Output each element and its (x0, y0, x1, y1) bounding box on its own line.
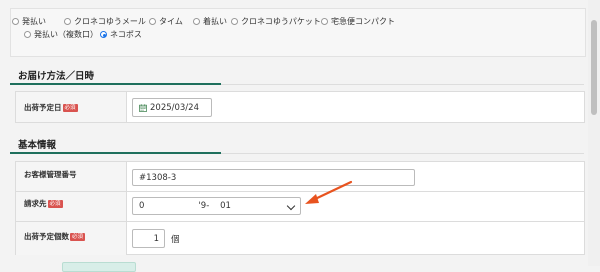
radio-option-hatsubarai-multiple[interactable]: 発払い（複数口） (24, 29, 98, 40)
radio-option-chakubarai[interactable]: 着払い (193, 16, 227, 27)
basic-info-section-title: 基本情報 (18, 140, 57, 151)
radio-label: タイム (159, 17, 183, 26)
customer-number-input[interactable]: #1308-3 (132, 169, 415, 186)
billing-select[interactable]: 0 '9- 01 (132, 197, 301, 215)
ship-date-value: 2025/03/24 (150, 102, 199, 113)
radio-button[interactable] (12, 18, 19, 25)
ship-date-row: 出荷予定日 必須 2025/03/24 (16, 92, 584, 122)
radio-option-nekopos[interactable]: ネコポス (100, 29, 142, 40)
customer-number-label: お客様管理番号 (24, 170, 77, 179)
billing-label-cell: 請求先 必須 (16, 192, 127, 222)
radio-label: ネコポス (110, 30, 142, 39)
delivery-form-table: 出荷予定日 必須 2025/03/24 (15, 91, 585, 123)
shipping-method-panel: 発払い クロネコゆうメール タイム 着払い クロネコゆうパケット 宅急便コンパク… (10, 8, 586, 57)
customer-number-label-cell: お客様管理番号 (16, 162, 127, 191)
delivery-section-title: お届け方法／日時 (18, 71, 95, 82)
radio-button[interactable] (24, 31, 31, 38)
calendar-icon (139, 103, 147, 112)
radio-label: 宅急便コンパクト (331, 17, 395, 26)
section-accent-bar (10, 152, 221, 154)
radio-option-kuroneko-yu-packet[interactable]: クロネコゆうパケット (231, 16, 321, 27)
quantity-value: 1 (153, 233, 159, 244)
scrollbar-thumb[interactable] (591, 20, 597, 115)
section-accent-bar (10, 83, 221, 85)
radio-label: 着払い (203, 17, 227, 26)
radio-button[interactable] (321, 18, 328, 25)
radio-button[interactable] (64, 18, 71, 25)
radio-option-takkyubin-compact[interactable]: 宅急便コンパクト (321, 16, 395, 27)
quantity-unit: 個 (171, 235, 180, 245)
quantity-row: 出荷予定個数 必須 1 個 (16, 221, 584, 255)
ship-date-label-cell: 出荷予定日 必須 (16, 92, 127, 122)
chevron-down-icon (286, 201, 296, 211)
radio-label: 発払い (22, 17, 46, 26)
basic-info-form-table: お客様管理番号 #1308-3 請求先 必須 0 '9- 01 出荷予定個数 必須 (15, 161, 585, 255)
ship-date-input[interactable]: 2025/03/24 (132, 98, 212, 117)
ship-date-label: 出荷予定日 必須 (24, 103, 78, 112)
billing-selected-value: 0 '9- 01 (139, 201, 231, 211)
required-badge: 必須 (62, 104, 78, 112)
order-form-page: 発払い クロネコゆうメール タイム 着払い クロネコゆうパケット 宅急便コンパク… (0, 0, 600, 272)
required-badge: 必須 (47, 200, 63, 208)
radio-button[interactable] (231, 18, 238, 25)
required-badge: 必須 (70, 233, 86, 241)
quantity-label-cell: 出荷予定個数 必須 (16, 222, 127, 255)
customer-number-value: #1308-3 (139, 172, 177, 183)
bottom-action-button[interactable] (62, 262, 136, 272)
billing-label: 請求先 必須 (24, 199, 63, 208)
radio-option-time[interactable]: タイム (149, 16, 183, 27)
radio-label: 発払い（複数口） (34, 30, 98, 39)
quantity-input[interactable]: 1 (132, 229, 165, 248)
radio-button-selected[interactable] (100, 31, 107, 38)
radio-label: クロネコゆうパケット (241, 17, 321, 26)
radio-option-kuroneko-yu-mail[interactable]: クロネコゆうメール (64, 16, 146, 27)
radio-option-hatsubarai[interactable]: 発払い (12, 16, 46, 27)
vertical-scrollbar[interactable] (588, 0, 600, 266)
quantity-label: 出荷予定個数 必須 (24, 232, 86, 241)
annotation-arrow-icon (305, 180, 353, 204)
radio-button[interactable] (193, 18, 200, 25)
radio-label: クロネコゆうメール (74, 17, 146, 26)
radio-button[interactable] (149, 18, 156, 25)
